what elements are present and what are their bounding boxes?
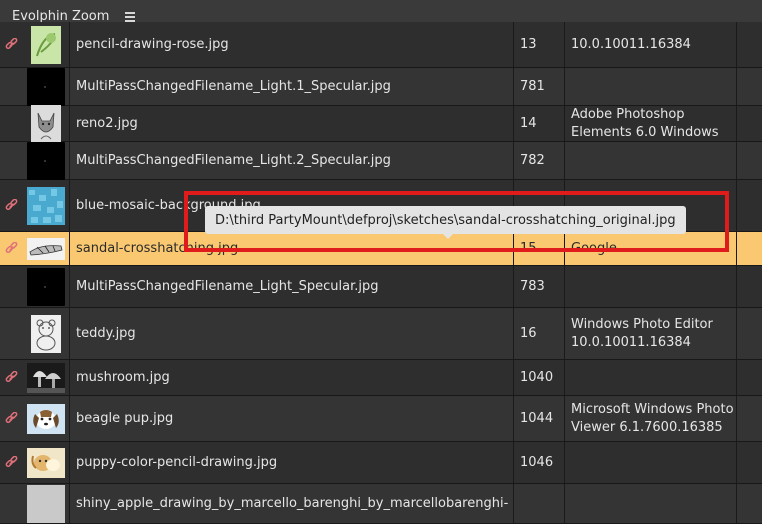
file-name[interactable]: puppy-color-pencil-drawing.jpg [70, 442, 514, 483]
application-name: Windows Photo Editor 10.0.10011.16384 [565, 308, 737, 359]
thumbnail-image[interactable] [26, 267, 65, 306]
thumbnail-image[interactable] [30, 314, 61, 353]
extra-column-cell [737, 232, 762, 265]
table-row[interactable]: mushroom.jpg 1040 [0, 360, 762, 396]
file-size: 14 [514, 106, 565, 141]
link-cell [0, 308, 22, 359]
link-icon [5, 371, 18, 384]
link-icon [5, 242, 18, 255]
thumbnail-cell [22, 67, 70, 106]
thumbnail-cell [22, 360, 70, 395]
file-name[interactable]: MultiPassChangedFilename_Light.2_Specula… [70, 142, 514, 179]
table-row[interactable]: shiny_apple_drawing_by_marcello_barenghi… [0, 484, 762, 524]
link-cell [0, 484, 22, 523]
table-row[interactable]: puppy-color-pencil-drawing.jpg 1046 [0, 442, 762, 484]
file-size: 783 [514, 266, 565, 307]
application-name: Microsoft Windows Photo Viewer 6.1.7600.… [565, 396, 737, 441]
table-row[interactable]: reno2.jpg 14 Adobe Photoshop Elements 6.0 … [0, 104, 762, 143]
thumbnail-cell [22, 104, 70, 143]
application-name [565, 266, 737, 307]
file-name[interactable]: MultiPassChangedFilename_Light_Specular.… [70, 266, 514, 307]
file-size: 1040 [514, 360, 565, 395]
extra-column-cell [737, 22, 762, 67]
table-row[interactable]: pencil-drawing-rose.jpg 13 10.0.10011.1638… [0, 22, 762, 68]
file-name[interactable]: teddy.jpg [70, 308, 514, 359]
file-size [514, 484, 565, 523]
extra-column-cell [737, 442, 762, 483]
link-cell [0, 396, 22, 441]
extra-column-cell [737, 142, 762, 179]
file-path-tooltip: D:\third PartyMount\defproj\sketches\san… [205, 206, 686, 239]
file-name[interactable]: mushroom.jpg [70, 360, 514, 395]
thumbnail-image[interactable] [26, 447, 65, 478]
link-cell [0, 266, 22, 307]
tooltip-text: D:\third PartyMount\defproj\sketches\san… [215, 212, 676, 228]
link-icon [5, 456, 18, 469]
file-size: 781 [514, 68, 565, 105]
extra-column-cell [737, 484, 762, 523]
file-size: 13 [514, 22, 565, 67]
thumbnail-cell [22, 484, 70, 523]
thumbnail-cell [22, 442, 70, 483]
link-cell [0, 442, 22, 483]
file-name[interactable]: pencil-drawing-rose.jpg [70, 22, 514, 67]
file-size: 782 [514, 142, 565, 179]
link-cell [0, 232, 22, 265]
table-row[interactable]: MultiPassChangedFilename_Light_Specular.… [0, 266, 762, 308]
hamburger-menu-icon[interactable] [125, 12, 136, 22]
extra-column-cell [737, 106, 762, 141]
file-size: 1044 [514, 396, 565, 441]
file-size: 16 [514, 308, 565, 359]
link-icon [5, 412, 18, 425]
application-name [565, 484, 737, 523]
thumbnail-image[interactable] [26, 484, 65, 523]
file-name[interactable]: MultiPassChangedFilename_Light.1_Specula… [70, 68, 514, 105]
thumbnail-image[interactable] [26, 67, 65, 106]
application-name [565, 442, 737, 483]
application-name [565, 360, 737, 395]
thumbnail-cell [22, 396, 70, 441]
table-row[interactable]: MultiPassChangedFilename_Light.1_Specula… [0, 67, 762, 106]
file-name[interactable]: reno2.jpg [70, 106, 514, 141]
thumbnail-image[interactable] [26, 362, 65, 393]
link-cell [0, 106, 22, 141]
link-cell [0, 68, 22, 105]
thumbnail-cell [22, 141, 70, 180]
file-size: 1046 [514, 442, 565, 483]
thumbnail-image[interactable] [26, 237, 65, 260]
link-cell [0, 360, 22, 395]
link-icon [5, 199, 18, 212]
extra-column-cell [737, 360, 762, 395]
thumbnail-cell [22, 232, 70, 265]
extra-column-cell [737, 180, 762, 231]
extra-column-cell [737, 68, 762, 105]
application-name [565, 142, 737, 179]
file-name[interactable]: beagle pup.jpg [70, 396, 514, 441]
link-cell [0, 22, 22, 67]
thumbnail-image[interactable] [26, 186, 65, 225]
link-icon [5, 38, 18, 51]
extra-column-cell [737, 308, 762, 359]
thumbnail-image[interactable] [30, 104, 61, 143]
thumbnail-image[interactable] [30, 25, 61, 64]
link-cell [0, 142, 22, 179]
link-cell [0, 180, 22, 231]
thumbnail-image[interactable] [26, 141, 65, 180]
application-name: Adobe Photoshop Elements 6.0 Windows [565, 106, 737, 141]
extra-column-cell [737, 266, 762, 307]
application-name [565, 68, 737, 105]
file-name[interactable]: shiny_apple_drawing_by_marcello_barenghi… [70, 484, 514, 523]
application-name: 10.0.10011.16384 [565, 22, 737, 67]
thumbnail-cell [22, 308, 70, 359]
thumbnail-cell [22, 22, 70, 67]
table-row[interactable]: teddy.jpg 16 Windows Photo Editor 10.0.100… [0, 308, 762, 360]
table-row[interactable]: beagle pup.jpg 1044 Microsoft Windows Phot… [0, 396, 762, 442]
table-row[interactable]: MultiPassChangedFilename_Light.2_Specula… [0, 141, 762, 180]
thumbnail-cell [22, 266, 70, 307]
thumbnail-image[interactable] [26, 403, 65, 434]
extra-column-cell [737, 396, 762, 441]
thumbnail-cell [22, 180, 70, 231]
